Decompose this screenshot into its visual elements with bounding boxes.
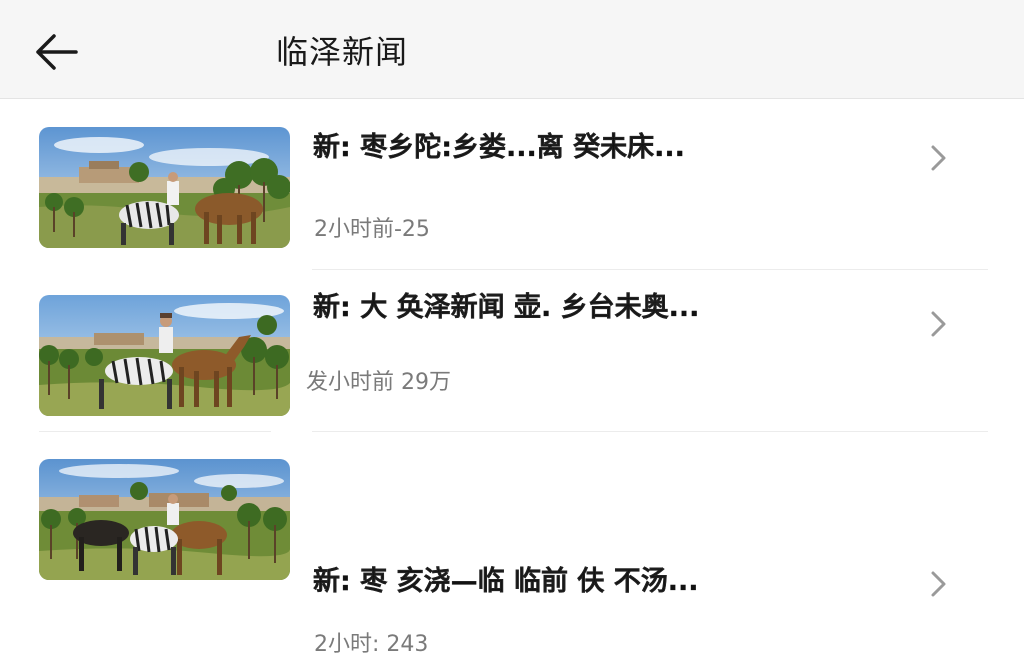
- back-button[interactable]: [30, 30, 82, 74]
- news-title: 新: 大 奂泽新闻 壶. 乡台未奥...: [313, 292, 700, 323]
- news-item-1[interactable]: 新: 枣乡陀:乡娄...离 癸未床... 2小时前-25: [0, 99, 1024, 259]
- news-meta: 发小时前 29万: [306, 370, 451, 395]
- news-thumbnail: [39, 127, 290, 248]
- news-title: 新: 枣乡陀:乡娄...离 癸未床...: [313, 132, 685, 163]
- chevron-right-icon: [931, 311, 946, 337]
- news-title: 新: 枣 亥浇—临 临前 伕 不汤...: [313, 566, 699, 597]
- arrow-left-icon: [36, 34, 78, 70]
- news-item-2[interactable]: 新: 大 奂泽新闻 壶. 乡台未奥... 发小时前 29万: [0, 267, 1024, 427]
- news-item-3[interactable]: 新: 枣 亥浇—临 临前 伕 不汤... 2小时: 243: [0, 431, 1024, 657]
- news-thumbnail: [39, 459, 290, 580]
- news-meta: 2小时: 243: [314, 632, 429, 657]
- top-bar: 临泽新闻: [0, 0, 1024, 99]
- page-title: 临泽新闻: [276, 33, 409, 71]
- chevron-right-icon: [931, 571, 946, 597]
- chevron-right-icon: [931, 145, 946, 171]
- news-thumbnail: [39, 295, 290, 416]
- news-meta: 2小时前-25: [314, 217, 430, 242]
